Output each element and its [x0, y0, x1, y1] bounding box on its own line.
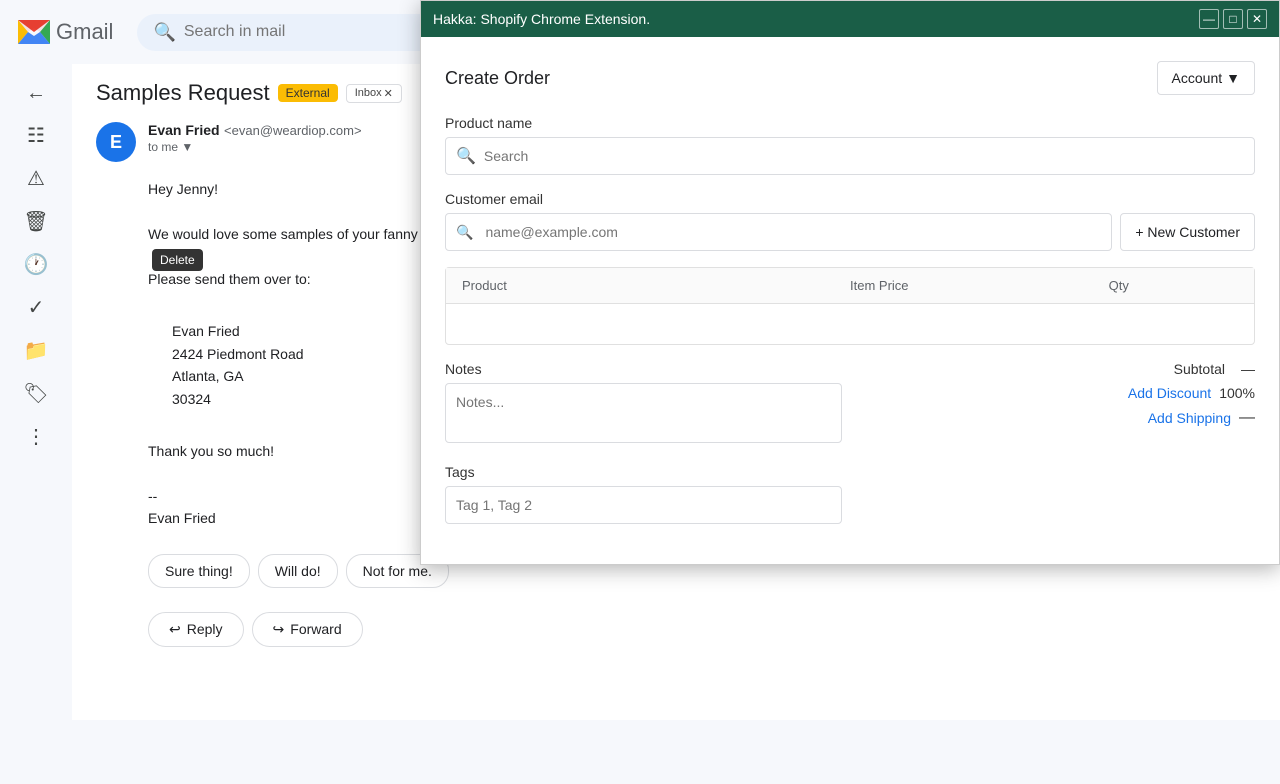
account-label: Account	[1172, 70, 1223, 86]
tags-label: Tags	[445, 464, 842, 480]
email-subject: Samples Request	[96, 80, 270, 106]
subtotal-label: Subtotal	[1174, 361, 1225, 377]
hakka-form-header: Create Order Account ▼	[445, 61, 1255, 95]
forward-label: Forward	[290, 621, 341, 637]
reply-arrow-icon: ↩	[169, 621, 181, 638]
label-icon: 🏷	[23, 381, 48, 406]
discount-pct: 100%	[1219, 385, 1255, 401]
sidebar-done-button[interactable]: ✓	[4, 287, 68, 328]
delete-tooltip: Delete	[152, 249, 203, 271]
quick-reply-sure[interactable]: Sure thing!	[148, 554, 250, 588]
notes-group: Notes	[445, 361, 842, 448]
sender-name: Evan Fried	[148, 122, 220, 138]
gmail-sidebar: ← ☷ ⚠ 🗑 Delete 🕐 ✓ 📁 🏷 ⋮	[0, 64, 72, 784]
customer-email-row: 🔍 + New Customer	[445, 213, 1255, 251]
sidebar-snooze-button[interactable]: 🕐	[4, 244, 68, 285]
notes-input[interactable]	[445, 383, 842, 443]
external-badge: External	[278, 84, 338, 102]
reply-button[interactable]: ↩ Reply	[148, 612, 244, 647]
report-icon: ⚠	[27, 166, 45, 191]
product-table-header: Product Item Price Qty	[446, 268, 1254, 304]
tags-group: Tags	[445, 464, 842, 524]
quick-reply-willdo[interactable]: Will do!	[258, 554, 338, 588]
search-icon: 🔍	[153, 22, 175, 43]
discount-row: Add Discount 100%	[1128, 385, 1255, 401]
subtotal-row: Subtotal —	[1174, 361, 1255, 377]
tags-input[interactable]	[445, 486, 842, 524]
delete-icon: 🗑	[23, 209, 48, 234]
inbox-close-icon[interactable]: ✕	[384, 87, 393, 100]
sidebar-delete-button[interactable]: 🗑 Delete	[4, 201, 68, 242]
hakka-title: Hakka: Shopify Chrome Extension.	[433, 11, 650, 27]
email-to[interactable]: to me ▼	[148, 140, 362, 154]
right-section: Subtotal — Add Discount 100% Add Shippin…	[858, 361, 1255, 540]
add-discount-button[interactable]: Add Discount	[1128, 385, 1211, 401]
product-search-icon: 🔍	[456, 146, 476, 166]
to-expand-icon[interactable]: ▼	[181, 140, 193, 154]
inbox-badge[interactable]: Inbox ✕	[346, 84, 402, 103]
forward-arrow-icon: ↪	[273, 621, 285, 638]
sender-name-row: Evan Fried <evan@weardiop.com>	[148, 122, 362, 140]
sidebar-back-button[interactable]: ←	[4, 74, 68, 113]
col-product-header: Product	[462, 278, 850, 293]
sender-avatar: E	[96, 122, 136, 162]
sidebar-report-button[interactable]: ⚠	[4, 158, 68, 199]
product-table-body	[446, 304, 1254, 344]
shipping-row: Add Shipping —	[1148, 409, 1255, 427]
notes-label: Notes	[445, 361, 842, 377]
email-sender-info: Evan Fried <evan@weardiop.com> to me ▼	[148, 122, 362, 154]
left-section: Notes Tags	[445, 361, 842, 540]
customer-email-group: Customer email 🔍 + New Customer	[445, 191, 1255, 251]
create-order-title: Create Order	[445, 68, 550, 89]
col-qty-header: Qty	[1109, 278, 1238, 293]
sidebar-archive-button[interactable]: ☷	[4, 115, 68, 156]
customer-email-field[interactable]	[477, 214, 1101, 250]
archive-icon: ☷	[27, 123, 45, 148]
gmail-logo-text: Gmail	[56, 19, 113, 45]
done-icon: ✓	[28, 295, 45, 320]
col-price-header: Item Price	[850, 278, 1109, 293]
account-button[interactable]: Account ▼	[1157, 61, 1255, 95]
product-search-wrap[interactable]: 🔍	[445, 137, 1255, 175]
more-icon: ⋮	[26, 424, 46, 449]
forward-button[interactable]: ↪ Forward	[252, 612, 363, 647]
product-search-input[interactable]	[476, 138, 1244, 174]
product-table: Product Item Price Qty	[445, 267, 1255, 345]
close-button[interactable]: ✕	[1247, 9, 1267, 29]
shipping-value: —	[1239, 409, 1255, 427]
account-chevron-icon: ▼	[1226, 70, 1240, 86]
reply-label: Reply	[187, 621, 223, 637]
gmail-logo: Gmail	[16, 14, 113, 50]
inbox-label: Inbox	[355, 87, 382, 99]
sidebar-label-button[interactable]: 🏷	[4, 373, 68, 414]
customer-email-label: Customer email	[445, 191, 1255, 207]
product-name-label: Product name	[445, 115, 1255, 131]
hakka-titlebar: Hakka: Shopify Chrome Extension. — □ ✕	[421, 1, 1279, 37]
snooze-icon: 🕐	[24, 252, 49, 277]
product-name-group: Product name 🔍	[445, 115, 1255, 175]
sidebar-more-button[interactable]: ⋮	[4, 416, 68, 457]
sender-email: <evan@weardiop.com>	[224, 123, 362, 138]
hakka-body: Create Order Account ▼ Product name 🔍 Cu…	[421, 37, 1279, 564]
maximize-button[interactable]: □	[1223, 9, 1243, 29]
gmail-logo-icon	[16, 14, 52, 50]
new-customer-button[interactable]: + New Customer	[1120, 213, 1255, 251]
move-icon: 📁	[24, 338, 49, 363]
subtotal-value: —	[1241, 361, 1255, 377]
sidebar-move-button[interactable]: 📁	[4, 330, 68, 371]
hakka-modal: Hakka: Shopify Chrome Extension. — □ ✕ C…	[420, 0, 1280, 565]
customer-search-icon: 🔍	[456, 224, 473, 241]
hakka-titlebar-controls: — □ ✕	[1199, 9, 1267, 29]
back-icon: ←	[26, 82, 46, 105]
to-text: to me	[148, 140, 178, 154]
action-buttons: ↩ Reply ↪ Forward	[148, 612, 1256, 647]
add-shipping-button[interactable]: Add Shipping	[1148, 410, 1231, 426]
customer-email-input-wrap[interactable]: 🔍	[445, 213, 1112, 251]
minimize-button[interactable]: —	[1199, 9, 1219, 29]
bottom-section: Notes Tags Subtotal — Add Discou	[445, 361, 1255, 540]
